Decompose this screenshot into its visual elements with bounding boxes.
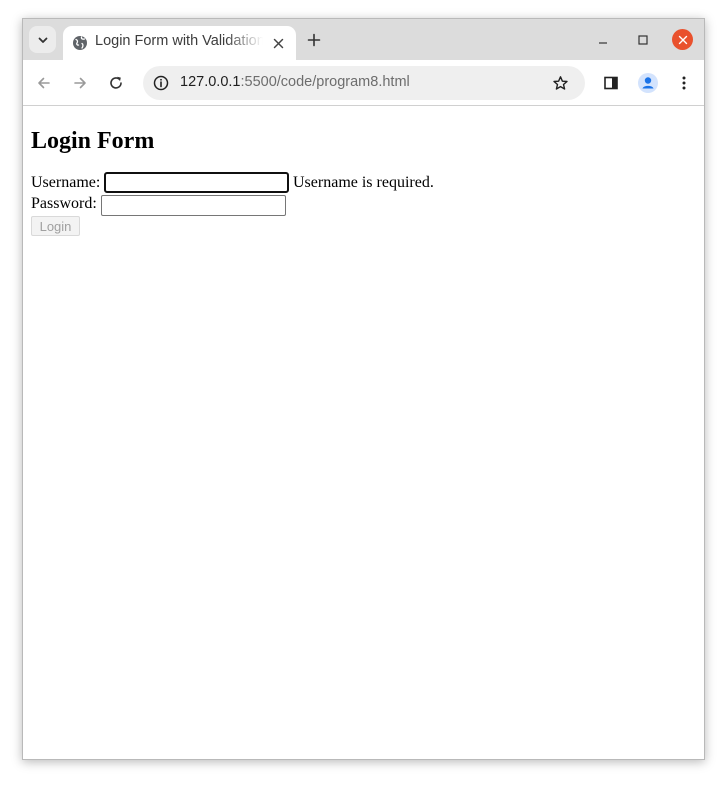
globe-icon — [73, 36, 87, 50]
password-label: Password: — [31, 195, 97, 212]
password-input[interactable] — [101, 195, 286, 216]
profile-button[interactable] — [637, 72, 659, 94]
close-icon — [273, 38, 283, 48]
address-bar[interactable]: 127.0.0.1:5500/code/program8.html — [143, 66, 585, 100]
username-label: Username: — [31, 174, 101, 191]
url-host: 127.0.0.1 — [180, 74, 241, 90]
side-panel-icon — [604, 76, 618, 90]
reload-button[interactable] — [106, 73, 126, 93]
back-button[interactable] — [34, 73, 54, 93]
tab-close-button[interactable] — [270, 35, 286, 51]
browser-menu-button[interactable] — [674, 73, 694, 93]
minimize-icon — [599, 42, 607, 44]
forward-button[interactable] — [70, 73, 90, 93]
avatar-icon — [638, 73, 658, 93]
maximize-button[interactable] — [633, 30, 653, 50]
page-viewport: Login Form Username: Username is require… — [23, 106, 704, 759]
page-title: Login Form — [31, 128, 155, 154]
chevron-down-icon — [38, 37, 47, 43]
reload-icon — [110, 76, 122, 89]
minimize-button[interactable] — [593, 30, 613, 50]
maximize-icon — [638, 35, 648, 45]
plus-icon — [307, 33, 321, 47]
browser-toolbar: 127.0.0.1:5500/code/program8.html — [23, 60, 704, 106]
side-panel-button[interactable] — [601, 73, 621, 93]
username-input[interactable] — [104, 172, 289, 193]
browser-window: Login Form with Validation 127.0.0.1:550… — [22, 18, 705, 760]
tab-title: Login Form with Validation — [95, 33, 263, 49]
login-button[interactable]: Login — [31, 216, 80, 236]
tab-strip: Login Form with Validation — [23, 19, 704, 60]
arrow-right-icon — [74, 77, 86, 89]
username-error: Username is required. — [293, 174, 434, 191]
bookmark-button[interactable] — [550, 73, 570, 93]
new-tab-button[interactable] — [304, 30, 324, 50]
window-close-button[interactable] — [672, 29, 693, 50]
more-vert-icon — [682, 76, 686, 90]
url-path: :5500/code/program8.html — [240, 74, 410, 90]
star-icon — [552, 75, 568, 90]
close-icon — [678, 35, 687, 44]
arrow-left-icon — [38, 77, 50, 89]
url-text: 127.0.0.1:5500/code/program8.html — [180, 74, 410, 90]
site-info-button[interactable] — [151, 73, 171, 93]
tab-active[interactable]: Login Form with Validation — [63, 26, 296, 60]
info-icon — [153, 75, 169, 91]
tab-search-button[interactable] — [29, 26, 56, 53]
